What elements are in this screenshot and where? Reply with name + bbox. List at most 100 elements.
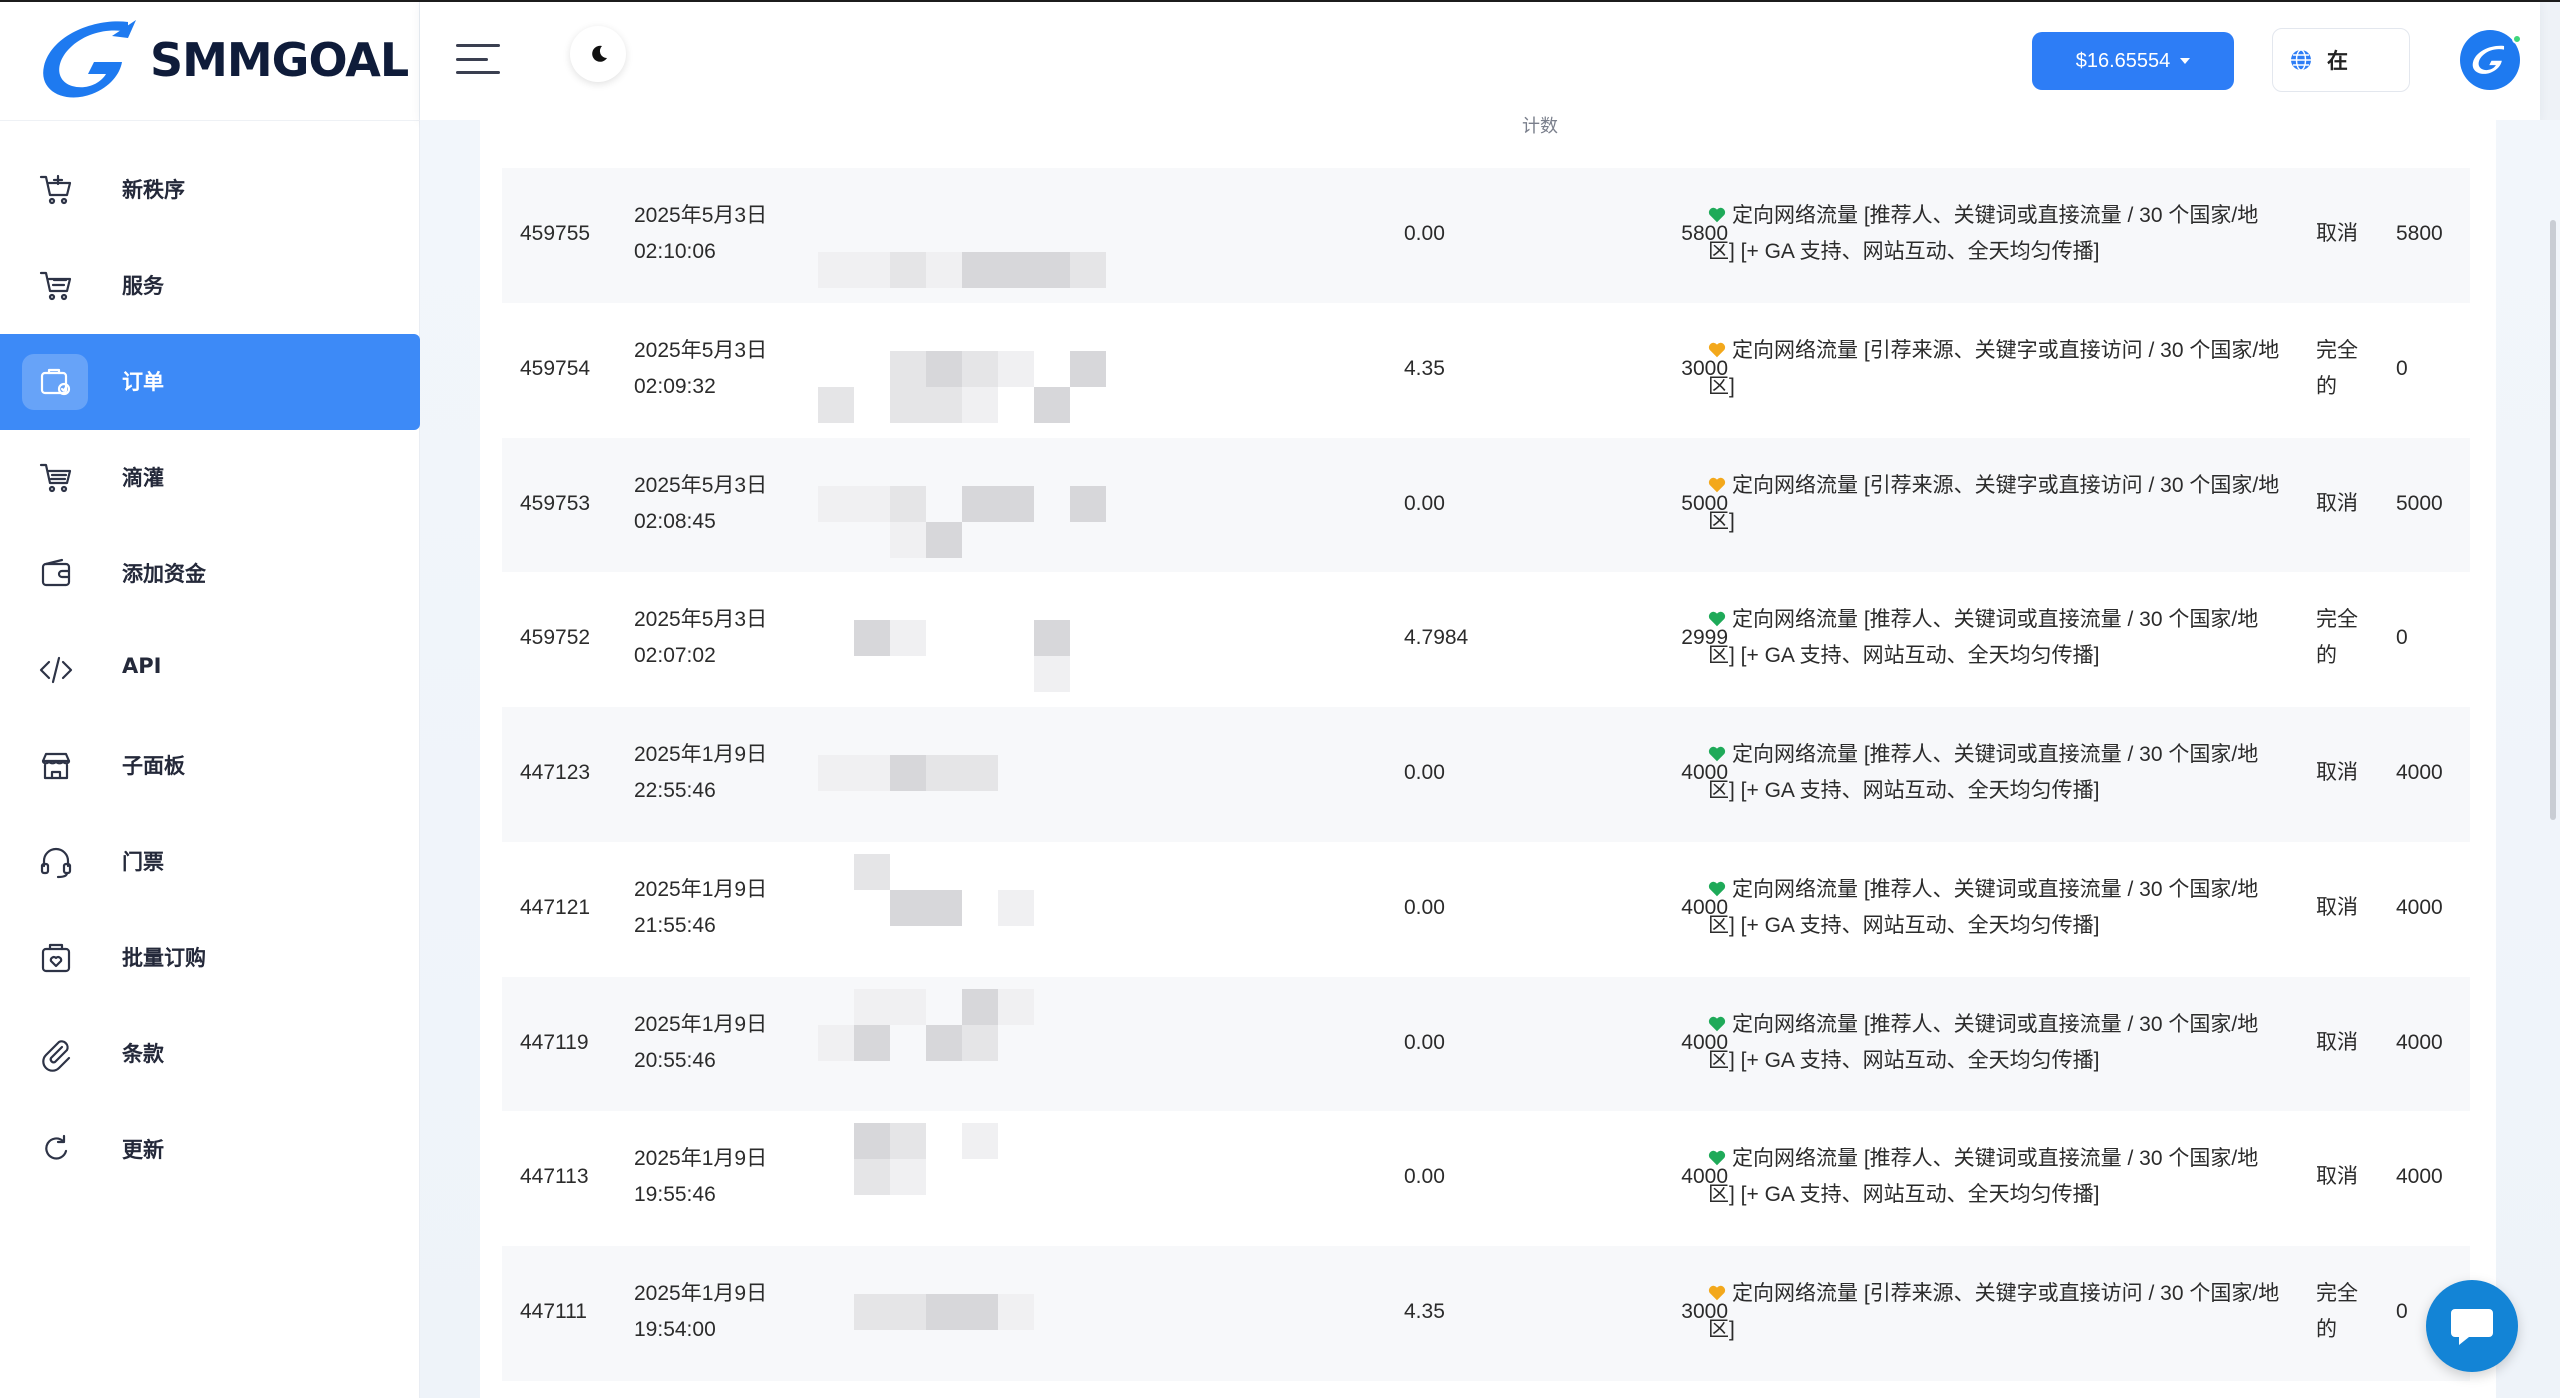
order-date: 2025年1月9日 20:55:46	[634, 1007, 804, 1079]
order-date-day: 2025年5月3日	[634, 608, 768, 632]
order-id: 459754	[520, 356, 591, 380]
order-service-name: 定向网络流量 [推荐人、关键词或直接流量 / 30 个国家/地区] [+ GA …	[1708, 877, 2259, 937]
order-charge: 0.00	[1404, 222, 1445, 245]
sidebar-item-api[interactable]: API	[0, 622, 420, 718]
order-status: 完全的	[2316, 1282, 2358, 1341]
order-remains: 4000	[2396, 1030, 2443, 1054]
order-service-name: 定向网络流量 [引荐来源、关键字或直接访问 / 30 个国家/地区]	[1708, 1282, 2280, 1341]
sidebar-item-new-order[interactable]: 新秩序	[0, 142, 420, 238]
redaction-block	[1070, 252, 1106, 288]
scrollbar-thumb[interactable]	[2550, 220, 2556, 820]
heart-icon	[1708, 1285, 1726, 1301]
redaction-block	[962, 988, 998, 1025]
redaction-block	[890, 620, 926, 657]
redaction-block	[890, 1123, 926, 1160]
order-service: 定向网络流量 [推荐人、关键词或直接流量 / 30 个国家/地区] [+ GA …	[1708, 1141, 2280, 1213]
order-remains: 4000	[2396, 761, 2443, 784]
order-charge: 0.00	[1404, 761, 1445, 784]
redaction-block	[1034, 620, 1070, 657]
balance-dropdown[interactable]: $16.65554	[2032, 32, 2234, 90]
order-status: 完全的	[2316, 608, 2358, 668]
redaction-block	[854, 1159, 890, 1196]
order-date: 2025年5月3日 02:08:45	[634, 468, 804, 540]
order-service: 定向网络流量 [推荐人、关键词或直接流量 / 30 个国家/地区] [+ GA …	[1708, 872, 2280, 944]
drip-cart-icon	[36, 458, 76, 498]
redaction-block	[1034, 252, 1070, 288]
redaction-block	[926, 350, 962, 387]
order-service: 定向网络流量 [推荐人、关键词或直接流量 / 30 个国家/地区] [+ GA …	[1708, 198, 2280, 270]
redaction-block	[926, 1024, 962, 1061]
menu-toggle-icon[interactable]	[456, 44, 504, 74]
moon-icon	[592, 45, 607, 62]
redaction-block	[926, 252, 962, 288]
sidebar-item-tickets[interactable]: 门票	[0, 814, 420, 910]
order-date-time: 21:55:46	[634, 913, 716, 937]
language-selector[interactable]: 在	[2272, 28, 2410, 92]
redaction-block	[1070, 350, 1106, 387]
redaction-block	[818, 386, 854, 423]
order-link-redacted	[818, 190, 1298, 288]
sidebar-item-label: 添加资金	[122, 562, 206, 586]
redaction-block	[890, 485, 926, 522]
table-row[interactable]: 459753 2025年5月3日 02:08:45 0.00 5000 定向网络…	[502, 437, 2470, 573]
order-id: 459753	[520, 491, 591, 515]
order-id: 447113	[520, 1165, 589, 1189]
table-row[interactable]: 459754 2025年5月3日 02:09:32 4.35 3000 定向网络…	[502, 303, 2470, 438]
order-service-name: 定向网络流量 [推荐人、关键词或直接流量 / 30 个国家/地区] [+ GA …	[1708, 204, 2259, 263]
order-charge: 0.00	[1404, 895, 1445, 919]
dark-mode-toggle[interactable]	[570, 26, 626, 82]
redaction-block	[890, 350, 926, 387]
redaction-block	[926, 386, 962, 423]
live-chat-button[interactable]	[2426, 1280, 2518, 1372]
order-charge: 0.00	[1404, 1030, 1445, 1054]
order-status: 取消	[2316, 895, 2358, 919]
order-id: 447121	[520, 895, 591, 919]
order-status: 取消	[2316, 222, 2358, 245]
order-link-redacted	[818, 729, 1298, 819]
table-row[interactable]: 447121 2025年1月9日 21:55:46 0.00 4000 定向网络…	[502, 842, 2470, 977]
avatar[interactable]	[2460, 30, 2522, 90]
redaction-block	[854, 620, 890, 657]
table-row[interactable]: 447119 2025年1月9日 20:55:46 0.00 4000 定向网络…	[502, 976, 2470, 1112]
order-service: 定向网络流量 [引荐来源、关键字或直接访问 / 30 个国家/地区]	[1708, 468, 2280, 540]
sidebar-item-updates[interactable]: 更新	[0, 1102, 420, 1198]
wallet-icon	[36, 554, 76, 594]
order-id: 459755	[520, 222, 591, 245]
order-date-time: 19:55:46	[634, 1183, 716, 1207]
sidebar-item-child-panel[interactable]: 子面板	[0, 718, 420, 814]
redaction-block	[854, 1123, 890, 1160]
order-remains: 5800	[2396, 222, 2443, 245]
sidebar: SMMGOAL 新秩序 服务 订单 滴灌 添加资金 API 子面板 门票 批量订…	[0, 0, 420, 1398]
order-date-time: 22:55:46	[634, 779, 716, 802]
order-link-redacted	[818, 325, 1298, 423]
table-row[interactable]: 459752 2025年5月3日 02:07:02 4.7984 2999 定向…	[502, 572, 2470, 707]
sidebar-item-add-funds[interactable]: 添加资金	[0, 526, 420, 622]
sidebar-item-drip-feed[interactable]: 滴灌	[0, 430, 420, 526]
table-row[interactable]: 459755 2025年5月3日 02:10:06 0.00 5800 定向网络…	[502, 168, 2470, 303]
redaction-block	[962, 1024, 998, 1061]
order-date-day: 2025年5月3日	[634, 204, 768, 227]
redaction-block	[998, 485, 1034, 522]
order-charge: 4.35	[1404, 356, 1445, 380]
sidebar-item-terms[interactable]: 条款	[0, 1006, 420, 1102]
orders-icon	[22, 354, 88, 410]
sidebar-item-orders[interactable]: 订单	[0, 334, 420, 430]
cart-icon	[36, 266, 76, 306]
order-date-day: 2025年1月9日	[634, 1012, 768, 1036]
redaction-block	[890, 988, 926, 1025]
window-top-border	[0, 0, 2560, 2]
order-date-time: 02:10:06	[634, 240, 716, 263]
table-row[interactable]: 447113 2025年1月9日 19:55:46 0.00 4000 定向网络…	[502, 1111, 2470, 1246]
redaction-block	[926, 755, 962, 791]
table-row[interactable]: 447111 2025年1月9日 19:54:00 4.35 3000 定向网络…	[502, 1246, 2470, 1381]
heart-icon	[1708, 881, 1726, 896]
sidebar-item-services[interactable]: 服务	[0, 238, 420, 334]
redaction-block	[818, 252, 854, 288]
balance-amount: $16.65554	[2075, 49, 2171, 72]
sidebar-item-mass-order[interactable]: 批量订购	[0, 910, 420, 1006]
brand-logo[interactable]: SMMGOAL	[36, 14, 409, 106]
order-service-name: 定向网络流量 [推荐人、关键词或直接流量 / 30 个国家/地区] [+ GA …	[1708, 1147, 2259, 1207]
sidebar-item-label: 条款	[122, 1042, 164, 1066]
order-service-name: 定向网络流量 [引荐来源、关键字或直接访问 / 30 个国家/地区]	[1708, 473, 2280, 533]
table-row[interactable]: 447123 2025年1月9日 22:55:46 0.00 4000 定向网络…	[502, 707, 2470, 842]
